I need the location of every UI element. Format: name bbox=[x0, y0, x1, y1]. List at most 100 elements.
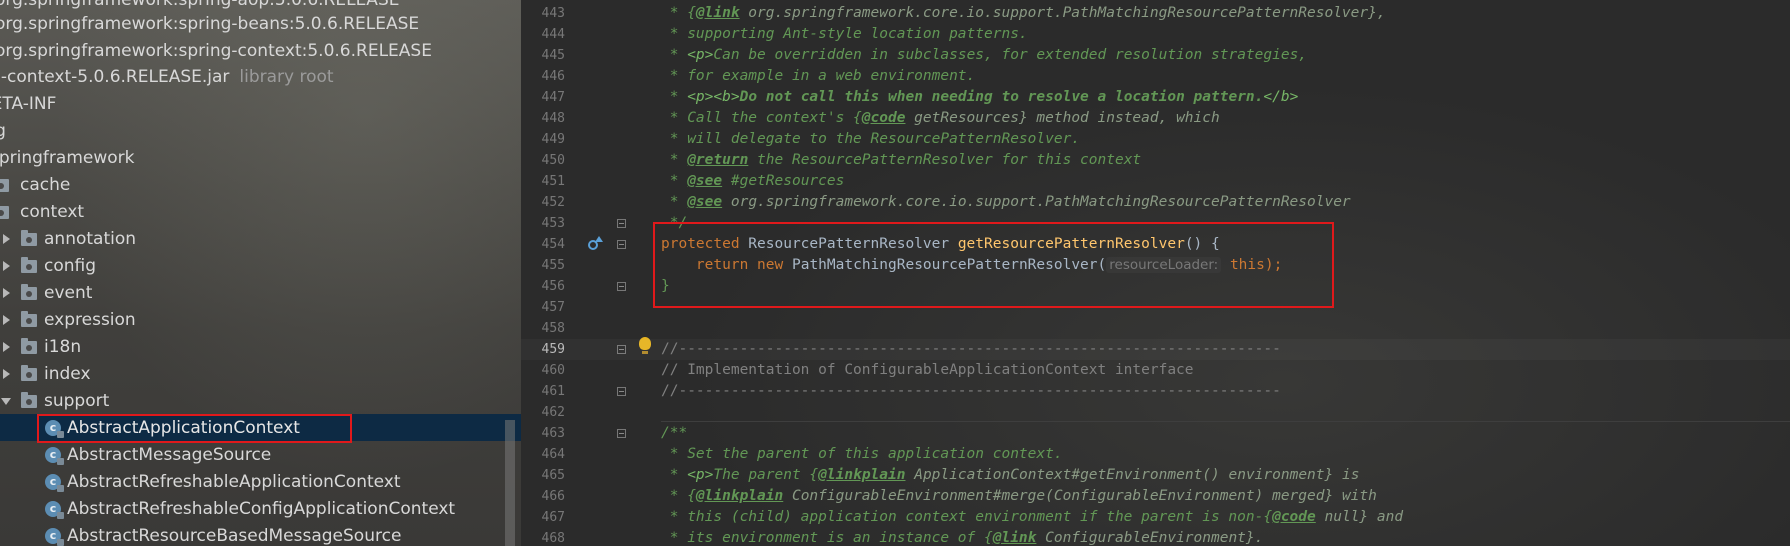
tree-item-cache[interactable]: cache bbox=[0, 172, 200, 198]
tree-item-expression[interactable]: expression bbox=[0, 307, 300, 333]
class-icon-letter: c bbox=[49, 502, 57, 515]
line-number: 466 bbox=[541, 489, 565, 504]
doc-reference: getResources} method instead, which bbox=[905, 110, 1220, 126]
line-number: 447 bbox=[541, 90, 565, 105]
library-root-label: library root bbox=[239, 67, 334, 87]
code-line-443: * {@link org.springframework.core.io.sup… bbox=[661, 3, 1386, 24]
collapse-arrow-icon[interactable] bbox=[1, 398, 11, 405]
tree-item-abstract-resource-based-message-source[interactable]: c AbstractResourceBasedMessageSource bbox=[0, 523, 500, 546]
doc-text: * its environment is an instance of { bbox=[661, 530, 993, 546]
code-line-468: * its environment is an instance of {@li… bbox=[661, 528, 1264, 546]
tree-item-abstract-refreshable-application-context[interactable]: c AbstractRefreshableApplicationContext bbox=[0, 469, 500, 495]
line-number: 462 bbox=[541, 405, 565, 420]
tree-item-label: expression bbox=[44, 310, 136, 330]
tree-scrollbar[interactable] bbox=[505, 420, 515, 546]
class-icon-letter: c bbox=[49, 475, 57, 488]
tree-item-abstract-message-source[interactable]: c AbstractMessageSource bbox=[0, 442, 500, 468]
code-line-464: * Set the parent of this application con… bbox=[661, 446, 1063, 462]
package-folder-icon bbox=[21, 338, 37, 354]
fold-marker-icon[interactable] bbox=[617, 387, 626, 396]
tree-item-context-jar[interactable]: spring-context-5.0.6.RELEASE.jar library … bbox=[0, 64, 334, 90]
line-number: 457 bbox=[541, 300, 565, 315]
class-icon: c bbox=[45, 528, 64, 546]
tree-item-label: org.springframework:spring-aop:5.0.6.REL… bbox=[0, 0, 400, 10]
line-number: 446 bbox=[541, 69, 565, 84]
doc-text: #getResources bbox=[722, 173, 845, 189]
expand-arrow-icon[interactable] bbox=[3, 234, 10, 244]
code-line-451: * @see #getResources bbox=[661, 171, 845, 192]
doc-text: * { bbox=[661, 5, 696, 21]
line-number: 454 bbox=[541, 237, 565, 252]
expand-arrow-icon[interactable] bbox=[3, 288, 10, 298]
class-icon-letter: c bbox=[49, 529, 57, 542]
fold-marker-icon[interactable] bbox=[617, 429, 626, 438]
doc-text: the ResourcePatternResolver for this con… bbox=[748, 152, 1142, 168]
doc-text: * bbox=[661, 173, 688, 189]
tree-item-i18n[interactable]: i18n bbox=[0, 334, 300, 360]
tree-item-meta-inf[interactable]: META-INF bbox=[0, 91, 56, 117]
line-number: 451 bbox=[541, 174, 565, 189]
doc-bold-text: Do not call this when needing to resolve… bbox=[739, 89, 1264, 105]
project-tree-panel: org.springframework:spring-aop:5.0.6.REL… bbox=[0, 0, 521, 546]
line-number: 448 bbox=[541, 111, 565, 126]
line-number: 452 bbox=[541, 195, 565, 210]
tree-item-label: META-INF bbox=[0, 94, 57, 114]
html-tag: <p> bbox=[687, 47, 714, 63]
code-line-466: * {@linkplain ConfigurableEnvironment#me… bbox=[661, 486, 1377, 507]
highlight-box-selected-class bbox=[37, 414, 352, 443]
method-separator bbox=[661, 421, 1790, 422]
tree-item-context[interactable]: context bbox=[0, 199, 200, 225]
line-number: 463 bbox=[541, 426, 565, 441]
fold-marker-icon[interactable] bbox=[617, 240, 626, 249]
javadoc-tag: @return bbox=[687, 152, 749, 168]
code-line-467: * this (child) application context envir… bbox=[661, 507, 1403, 528]
tree-item-index[interactable]: index bbox=[0, 361, 300, 387]
line-number: 444 bbox=[541, 27, 565, 42]
fold-marker-icon[interactable] bbox=[617, 282, 626, 291]
tree-item-event[interactable]: event bbox=[0, 280, 300, 306]
package-folder-icon bbox=[21, 284, 37, 300]
html-tag: <p><b> bbox=[687, 89, 740, 105]
tree-item-label: i18n bbox=[44, 337, 82, 357]
tree-item-label: AbstractMessageSource bbox=[67, 445, 272, 465]
tree-item-label: cache bbox=[20, 175, 71, 195]
fold-marker-icon[interactable] bbox=[617, 219, 626, 228]
tree-item-label: AbstractRefreshableConfigApplicationCont… bbox=[67, 499, 456, 519]
package-folder-icon bbox=[21, 230, 37, 246]
expand-arrow-icon[interactable] bbox=[3, 342, 10, 352]
package-folder-icon bbox=[21, 257, 37, 273]
expand-arrow-icon[interactable] bbox=[3, 315, 10, 325]
line-number: 455 bbox=[541, 258, 565, 273]
package-folder-icon bbox=[0, 206, 9, 219]
javadoc-tag: @code bbox=[861, 110, 906, 126]
doc-text: * { bbox=[661, 488, 696, 504]
tree-item-org[interactable]: org bbox=[0, 118, 6, 144]
javadoc-tag: @code bbox=[1272, 509, 1316, 525]
tree-item-config[interactable]: config bbox=[0, 253, 300, 279]
code-line-444: * supporting Ant-style location patterns… bbox=[661, 26, 1028, 42]
tree-item-label: AbstractRefreshableApplicationContext bbox=[67, 472, 401, 492]
line-number: 458 bbox=[541, 321, 565, 336]
doc-reference: org.springframework.core.io.support.Path… bbox=[722, 194, 1351, 210]
tree-item-spring-context[interactable]: org.springframework:spring-context:5.0.6… bbox=[0, 38, 432, 64]
tree-item-abstract-refreshable-config-application-context[interactable]: c AbstractRefreshableConfigApplicationCo… bbox=[0, 496, 500, 522]
tree-item-spring-beans[interactable]: org.springframework:spring-beans:5.0.6.R… bbox=[0, 11, 419, 37]
tree-item-springframework[interactable]: springframework bbox=[0, 145, 134, 171]
doc-text: Can be overridden in subclasses, for ext… bbox=[713, 47, 1308, 63]
package-folder-icon bbox=[21, 392, 37, 408]
line-number: 460 bbox=[541, 363, 565, 378]
doc-reference: ApplicationContext#getEnvironment() envi… bbox=[905, 467, 1360, 483]
package-folder-icon bbox=[21, 365, 37, 381]
doc-text: * bbox=[661, 194, 688, 210]
override-marker-icon[interactable] bbox=[588, 236, 603, 250]
tree-item-annotation[interactable]: annotation bbox=[0, 226, 300, 252]
doc-reference: org.springframework.core.io.support.Path… bbox=[739, 5, 1386, 21]
expand-arrow-icon[interactable] bbox=[3, 261, 10, 271]
code-line-445: * <p>Can be overridden in subclasses, fo… bbox=[661, 45, 1307, 66]
code-line-463: /** bbox=[661, 425, 688, 441]
tree-item-support[interactable]: support bbox=[0, 388, 300, 414]
doc-reference: ConfigurableEnvironment}. bbox=[1036, 530, 1264, 546]
code-editor[interactable]: 443 444 445 446 447 448 449 450 451 452 … bbox=[521, 0, 1790, 546]
line-number: 445 bbox=[541, 48, 565, 63]
expand-arrow-icon[interactable] bbox=[3, 369, 10, 379]
